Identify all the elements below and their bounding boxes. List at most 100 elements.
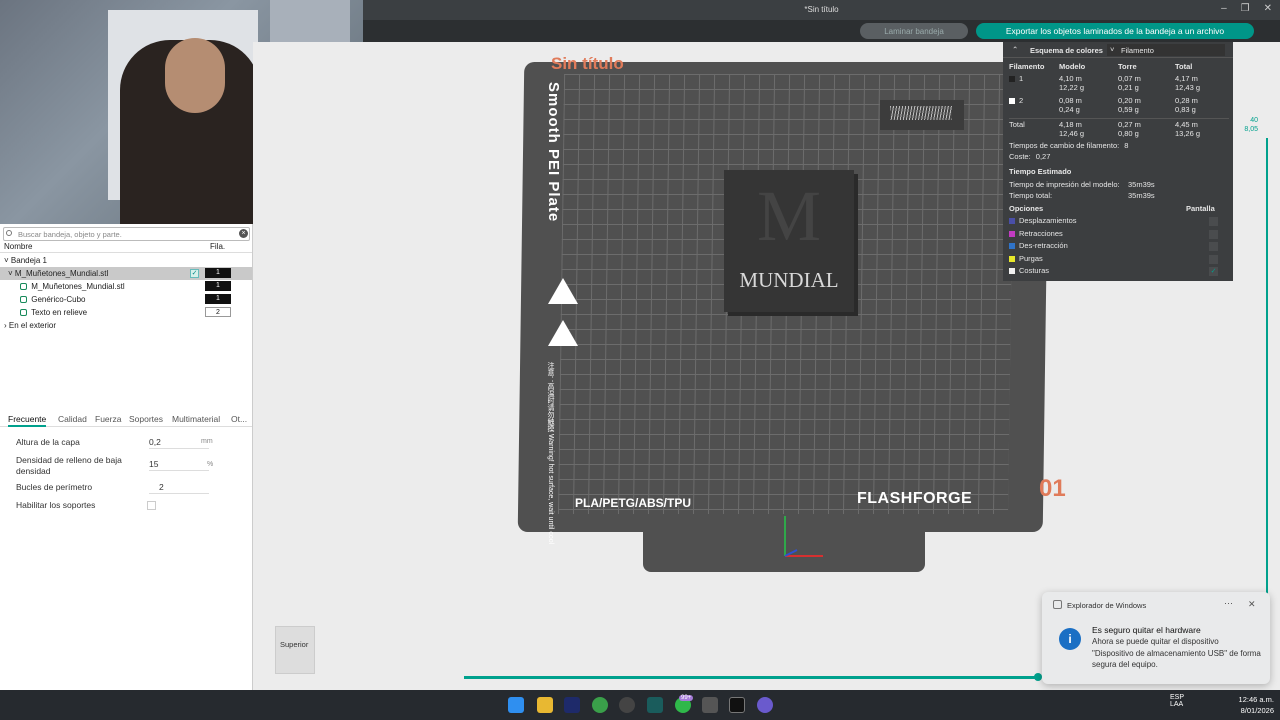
tree-part[interactable]: M_Muñetones_Mundial.stl 1 [0, 280, 252, 293]
deretractions-swatch [1009, 243, 1015, 250]
option-travel[interactable]: Desplazamientos [1009, 216, 1227, 228]
app-icon[interactable] [647, 697, 663, 713]
collapse-icon[interactable]: ˅ [8, 269, 13, 278]
photoshop-icon[interactable] [564, 697, 580, 713]
option-toggle[interactable] [1209, 242, 1218, 251]
param-walls: Bucles de perímetro 2 [16, 482, 246, 494]
option-toggle-checked[interactable]: ✓ [1209, 267, 1218, 276]
unit-label: mm [201, 438, 213, 445]
filament-index[interactable]: 1 [205, 281, 231, 291]
notification-message: Ahora se puede quitar el dispositivo "Di… [1092, 637, 1261, 669]
visible-check-icon[interactable]: ✓ [190, 269, 199, 278]
move-slider[interactable] [464, 676, 1038, 679]
slice-plate-button[interactable]: Laminar bandeja [860, 23, 968, 39]
tab-multimaterial[interactable]: Multimaterial [172, 414, 220, 424]
tab-fuerza[interactable]: Fuerza [95, 414, 121, 424]
scheme-select[interactable]: Filamento [1107, 44, 1225, 56]
expand-icon[interactable]: › [4, 321, 7, 330]
search-input[interactable]: Buscar bandeja, objeto y parte. [3, 227, 250, 241]
minimize-icon[interactable]: – [1221, 3, 1227, 14]
app-icon[interactable] [702, 697, 718, 713]
project-title: Sin título [551, 54, 624, 73]
infill-input[interactable]: 15 [149, 459, 209, 471]
column-name[interactable]: Nombre [4, 242, 32, 251]
wipes-swatch [1009, 256, 1015, 263]
clock[interactable]: 12:46 a.m. 8/01/2026 [1228, 694, 1274, 716]
tab-soportes[interactable]: Soportes [129, 414, 163, 424]
tree-outside[interactable]: › En el exterior [0, 319, 252, 332]
option-seams[interactable]: Costuras ✓ [1009, 266, 1227, 278]
windows-notification[interactable]: Explorador de Windows ⋯ ✕ i Es seguro qu… [1042, 592, 1270, 684]
option-toggle[interactable] [1209, 217, 1218, 226]
tree-plate[interactable]: ˅ Bandeja 1 [0, 254, 252, 267]
plate-name: Smooth PEI Plate [545, 82, 562, 223]
notification-badge: 99+ [679, 695, 694, 701]
value: 0,59 g [1118, 105, 1139, 114]
filament-index[interactable]: 1 [205, 294, 231, 304]
option-retractions[interactable]: Retracciones [1009, 229, 1227, 241]
collapse-icon[interactable]: ˅ [4, 256, 9, 265]
windows-start-icon[interactable] [508, 697, 524, 713]
filament-changes: Tiempos de cambio de filamento: 8 [1009, 141, 1128, 150]
search-icon [6, 230, 12, 236]
more-icon[interactable]: ⋯ [1224, 598, 1233, 609]
changes-value: 8 [1124, 141, 1129, 150]
changes-label: Tiempos de cambio de filamento: [1009, 141, 1120, 150]
value: 13,26 g [1175, 129, 1201, 138]
discord-icon[interactable] [757, 697, 773, 713]
model-time-value: 35m39s [1128, 180, 1155, 189]
top-layer-height: 8,05 [1244, 126, 1258, 133]
value: 4,45 m [1175, 120, 1198, 129]
tab-more[interactable]: Ot... [231, 414, 247, 424]
file-explorer-icon[interactable] [537, 697, 553, 713]
clear-search-icon[interactable]: × [239, 229, 248, 238]
clock-time: 12:46 a.m. [1238, 695, 1274, 704]
model-letter: M [756, 176, 822, 256]
outside-label: En el exterior [8, 321, 57, 330]
window-title: *Sin título [804, 5, 839, 14]
options-header: Opciones [1009, 204, 1044, 213]
supports-checkbox[interactable] [147, 501, 156, 510]
tree-part[interactable]: Genérico-Cubo 1 [0, 293, 252, 306]
col-filamento: Filamento [1009, 62, 1045, 71]
column-fila[interactable]: Fila. [210, 242, 225, 251]
total-row: Total 4,18 m 12,46 g 0,27 m 0,80 g 4,45 … [1009, 118, 1229, 138]
color-scheme-title: Esquema de colores [1030, 46, 1103, 55]
tab-frecuente[interactable]: Frecuente [8, 414, 47, 427]
collapse-icon[interactable]: ⌃ [1012, 45, 1018, 54]
language-indicator[interactable]: ESP LAA [1170, 694, 1184, 708]
object-list-header: Nombre Fila. [0, 241, 252, 253]
close-icon[interactable]: ✕ [1248, 599, 1256, 610]
cost-label: Coste: [1009, 152, 1031, 161]
option-wipes[interactable]: Purgas [1009, 254, 1227, 266]
notification-app: Explorador de Windows [1067, 601, 1147, 610]
app-icon[interactable] [729, 697, 745, 713]
close-icon[interactable]: ✕ [1264, 3, 1272, 14]
maximize-icon[interactable]: ❐ [1241, 3, 1250, 14]
move-slider-handle[interactable] [1034, 673, 1042, 681]
obs-icon[interactable] [619, 697, 635, 713]
option-toggle[interactable] [1209, 255, 1218, 264]
value: 0,83 g [1175, 105, 1196, 114]
layer-height-input[interactable]: 0,2 [149, 437, 209, 449]
lang-secondary: LAA [1170, 701, 1184, 708]
value: 4,18 m [1059, 120, 1082, 129]
chrome-icon[interactable] [592, 697, 608, 713]
tree-part[interactable]: Texto en relieve 2 [0, 306, 252, 319]
plate-label: Bandeja 1 [10, 256, 47, 265]
explorer-icon [1053, 600, 1062, 609]
filament-index[interactable]: 1 [205, 268, 231, 278]
walls-stepper[interactable]: 2 [149, 482, 209, 494]
option-toggle[interactable] [1209, 230, 1218, 239]
taskbar: 99+ [0, 690, 1280, 720]
tab-calidad[interactable]: Calidad [58, 414, 87, 424]
info-icon: i [1059, 628, 1081, 650]
cube-icon [20, 296, 27, 304]
filament-index[interactable]: 2 [205, 307, 231, 317]
option-deretractions[interactable]: Des-retracción [1009, 241, 1227, 253]
brand-logo: FLASHFORGE [857, 490, 973, 507]
col-total: Total [1175, 62, 1193, 71]
tree-object[interactable]: ˅ M_Muñetones_Mundial.stl ✓ 1 [0, 267, 252, 280]
export-sliced-button[interactable]: Exportar los objetos laminados de la ban… [976, 23, 1254, 39]
view-cube[interactable]: Superior [275, 626, 315, 674]
